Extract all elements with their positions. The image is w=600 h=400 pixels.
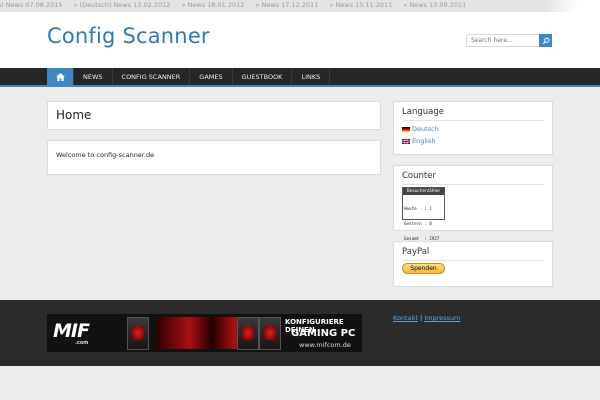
search-button[interactable] [539,34,552,47]
ticker-fade [545,0,600,12]
page-bottom [0,366,600,400]
language-widget: Language Deutsch English [393,101,553,155]
ticker-item[interactable]: » (Deutsch) News 13.02.2012 [74,1,171,9]
pc-case-image [127,317,149,350]
widget-title: Language [402,107,444,117]
banner-url: www.mifcom.de [299,341,351,349]
counter-title: Besucherzähler [403,188,444,195]
nav-item-links[interactable]: LINKS [292,68,331,85]
paypal-widget: PayPal Spenden [393,241,553,287]
pc-case-image [259,317,281,350]
ticker-item[interactable]: sch) News 07.08.2015 [0,1,63,9]
mifcom-logo: MIF .com [53,320,90,346]
uk-flag-icon [402,138,410,144]
ticker-track: sch) News 07.08.2015 » (Deutsch) News 13… [0,1,475,9]
language-link-english[interactable]: English [402,137,435,145]
welcome-text: Welcome to config-scanner.de [56,151,155,159]
site-footer: MIF .com KONFIGURIERE DEINEN GAMING PC ww… [0,300,600,366]
search-input[interactable] [466,34,540,47]
content-box: Welcome to config-scanner.de [47,140,381,175]
nav-item-config-scanner[interactable]: CONFIG SCANNER [113,68,191,85]
language-label: English [412,137,436,145]
nav-item-games[interactable]: GAMES [190,68,233,85]
banner-subheadline: GAMING PC [291,328,356,339]
visitor-counter: Besucherzähler Heute : 1 Gestern : 0 Ges… [402,187,445,256]
advertisement-banner[interactable]: MIF .com KONFIGURIERE DEINEN GAMING PC ww… [47,314,362,352]
widget-title: PayPal [402,247,430,257]
ticker-item[interactable]: » News 15.11.2011 [329,1,392,9]
language-link-deutsch[interactable]: Deutsch [402,125,439,133]
link-separator: | [419,314,423,322]
nav-item-news[interactable]: NEWS [74,68,113,85]
widget-title: Counter [402,171,436,181]
ticker-item[interactable]: » News 17.12.2011 [255,1,318,9]
donate-button[interactable]: Spenden [402,263,445,274]
pc-case-image [237,317,259,350]
page-title-box: Home [47,101,381,130]
site-header: Config Scanner [0,12,600,68]
nav-home[interactable] [47,68,74,85]
divider [402,120,544,121]
counter-widget-box: Counter Besucherzähler Heute : 1 Gestern… [393,165,553,256]
nav-item-guestbook[interactable]: GUESTBOOK [233,68,293,85]
imprint-link[interactable]: Impressum [424,314,460,322]
site-title[interactable]: Config Scanner [47,24,210,48]
news-ticker: sch) News 07.08.2015 » (Deutsch) News 13… [0,0,600,12]
footer-links: Kontakt | Impressum [393,314,460,322]
divider [402,184,544,185]
home-icon [55,72,65,81]
contact-link[interactable]: Kontakt [393,314,418,322]
counter-line: Heute : 1 [404,206,432,211]
page-title: Home [56,108,92,122]
counter-line: Gestern : 0 [404,221,432,226]
ticker-item[interactable]: » News 18.01.2012 [181,1,244,9]
language-label: Deutsch [412,125,439,133]
search-icon [542,37,549,44]
german-flag-icon [402,126,410,132]
ticker-item[interactable]: » News 13.09.2011 [403,1,466,9]
divider [402,260,544,261]
main-nav: NEWS CONFIG SCANNER GAMES GUESTBOOK LINK… [0,68,600,87]
